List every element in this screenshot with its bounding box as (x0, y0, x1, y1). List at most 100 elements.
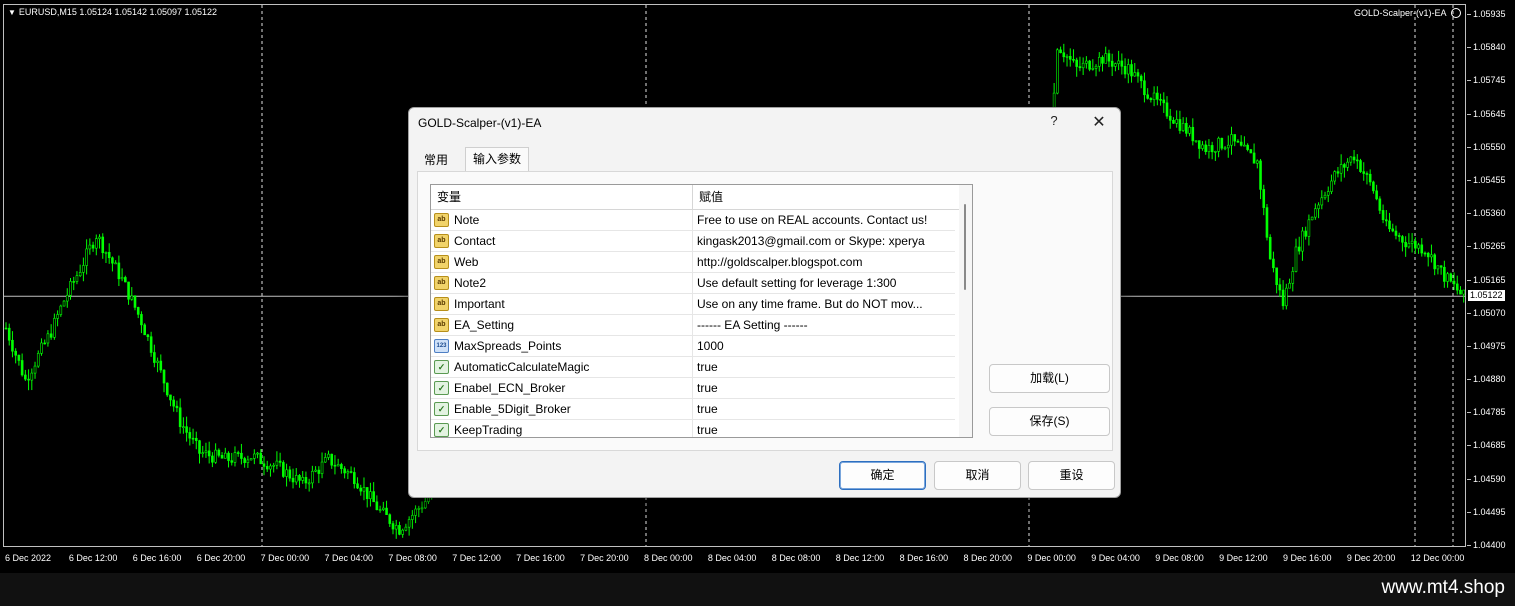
tab-common[interactable]: 常用 (417, 149, 455, 171)
watermark: www.mt4.shop (1381, 577, 1505, 598)
candle (4, 322, 8, 330)
variable-name: Enabel_ECN_Broker (454, 381, 566, 395)
table-row[interactable]: ✓ Enable_5Digit_Broker true (431, 399, 955, 420)
close-icon[interactable]: ✕ (1089, 112, 1109, 132)
price-tick-label: 1.04495 (1467, 506, 1506, 517)
column-variable[interactable]: 变量 (431, 185, 693, 209)
variable-cell[interactable]: 123 MaxSpreads_Points (431, 336, 693, 356)
reset-button[interactable]: 重设 (1028, 461, 1115, 490)
table-row[interactable]: ab Important Use on any time frame. But do… (431, 294, 955, 315)
candle (1256, 159, 1259, 169)
candle (1136, 68, 1140, 83)
ea-label: GOLD-Scalper-(v1)-EA (1354, 8, 1447, 18)
variable-cell[interactable]: ab Contact (431, 231, 693, 251)
variable-cell[interactable]: ✓ Enable_5Digit_Broker (431, 399, 693, 419)
variable-cell[interactable]: ab Note (431, 210, 693, 230)
variable-cell[interactable]: ✓ Enabel_ECN_Broker (431, 378, 693, 398)
candle (1317, 202, 1320, 219)
price-tick-label: 1.05070 (1467, 307, 1506, 318)
column-value[interactable]: 赋值 (693, 185, 959, 209)
candle (111, 256, 114, 272)
load-button[interactable]: 加载(L) (989, 364, 1110, 393)
table-row[interactable]: ab Web http://goldscalper.blogspot.com (431, 252, 955, 273)
table-row[interactable]: ab Note Free to use on REAL accounts. Cont… (431, 210, 955, 231)
time-tick-label: 9 Dec 16:00 (1283, 553, 1332, 563)
value-cell[interactable]: Use on any time frame. But do NOT mov... (693, 294, 955, 314)
table-row[interactable]: 123 MaxSpreads_Points 1000 (431, 336, 955, 357)
variable-cell[interactable]: ✓ KeepTrading (431, 420, 693, 437)
value-cell[interactable]: Free to use on REAL accounts. Contact us… (693, 210, 955, 230)
candle (269, 463, 272, 477)
candle (59, 304, 63, 317)
variable-cell[interactable]: ✓ AutomaticCalculateMagic (431, 357, 693, 377)
value-cell[interactable]: Use default setting for leverage 1:300 (693, 273, 955, 293)
candle (1117, 50, 1120, 71)
candle (1391, 223, 1395, 233)
candle (1107, 49, 1111, 68)
table-row[interactable]: ab EA_Setting ------ EA Setting ------ (431, 315, 955, 336)
scrollbar-thumb[interactable] (964, 204, 966, 290)
dropdown-triangle-icon[interactable]: ▼ (8, 8, 16, 17)
table-row[interactable]: ✓ Enabel_ECN_Broker true (431, 378, 955, 399)
candle (278, 452, 282, 467)
candle (375, 495, 379, 511)
save-button[interactable]: 保存(S) (989, 407, 1110, 436)
value-cell[interactable]: kingask2013@gmail.com or Skype: xperya (693, 231, 955, 251)
candle (191, 428, 195, 444)
time-tick-label: 9 Dec 00:00 (1027, 553, 1076, 563)
symbol-info[interactable]: ▼ EURUSD,M15 1.05124 1.05142 1.05097 1.05… (8, 7, 217, 17)
table-row[interactable]: ab Note2 Use default setting for leverage … (431, 273, 955, 294)
candle (1094, 64, 1098, 77)
help-icon[interactable]: ? (1046, 113, 1062, 128)
table-row[interactable]: ✓ AutomaticCalculateMagic true (431, 357, 955, 378)
price-tick-label: 1.05935 (1467, 9, 1506, 19)
tab-inputs[interactable]: 输入参数 (465, 147, 530, 172)
candle (1310, 216, 1314, 221)
candle (82, 257, 85, 282)
variable-name: MaxSpreads_Points (454, 339, 562, 353)
variable-cell[interactable]: ab Important (431, 294, 693, 314)
ok-button[interactable]: 确定 (839, 461, 926, 490)
time-tick-label: 7 Dec 04:00 (324, 553, 374, 563)
cancel-button[interactable]: 取消 (934, 461, 1021, 490)
candle (1407, 233, 1411, 249)
value-cell[interactable]: true (693, 420, 955, 437)
candle (1168, 108, 1172, 129)
candle (411, 510, 414, 529)
value-cell[interactable]: 1000 (693, 336, 955, 356)
time-tick-label: 7 Dec 12:00 (452, 553, 501, 563)
value-cell[interactable]: true (693, 399, 955, 419)
string-type-icon: ab (434, 234, 449, 248)
candle (30, 368, 34, 391)
candle (1355, 154, 1359, 169)
candle (72, 276, 76, 291)
time-tick-label: 9 Dec 04:00 (1091, 553, 1140, 563)
candle (253, 449, 256, 465)
variable-cell[interactable]: ab EA_Setting (431, 315, 693, 335)
candle (230, 452, 234, 466)
candle (1133, 63, 1137, 77)
candle (1275, 267, 1278, 294)
value-cell[interactable]: true (693, 378, 955, 398)
candle (1320, 190, 1324, 210)
value-cell[interactable]: ------ EA Setting ------ (693, 315, 955, 335)
candle (288, 466, 292, 482)
candle (1349, 156, 1353, 166)
time-tick-label: 8 Dec 08:00 (771, 553, 821, 563)
value-cell[interactable]: true (693, 357, 955, 377)
table-row[interactable]: ab Contact kingask2013@gmail.com or Skype:… (431, 231, 955, 252)
variable-name: Enable_5Digit_Broker (454, 402, 571, 416)
candle (1443, 260, 1446, 288)
variable-cell[interactable]: ab Note2 (431, 273, 693, 293)
time-axis: 6 Dec 2022 6 Dec 12:00 6 Dec 16:00 6 Dec 20… (3, 547, 1466, 567)
candle (343, 466, 346, 479)
variable-cell[interactable]: ab Web (431, 252, 693, 272)
candle (236, 450, 240, 457)
candle (98, 234, 101, 249)
candle (1397, 232, 1401, 242)
value-cell[interactable]: http://goldscalper.blogspot.com (693, 252, 955, 272)
vertical-scrollbar[interactable] (959, 185, 972, 437)
candle (1139, 74, 1143, 89)
table-row[interactable]: ✓ KeepTrading true (431, 420, 955, 437)
candle (233, 446, 237, 467)
